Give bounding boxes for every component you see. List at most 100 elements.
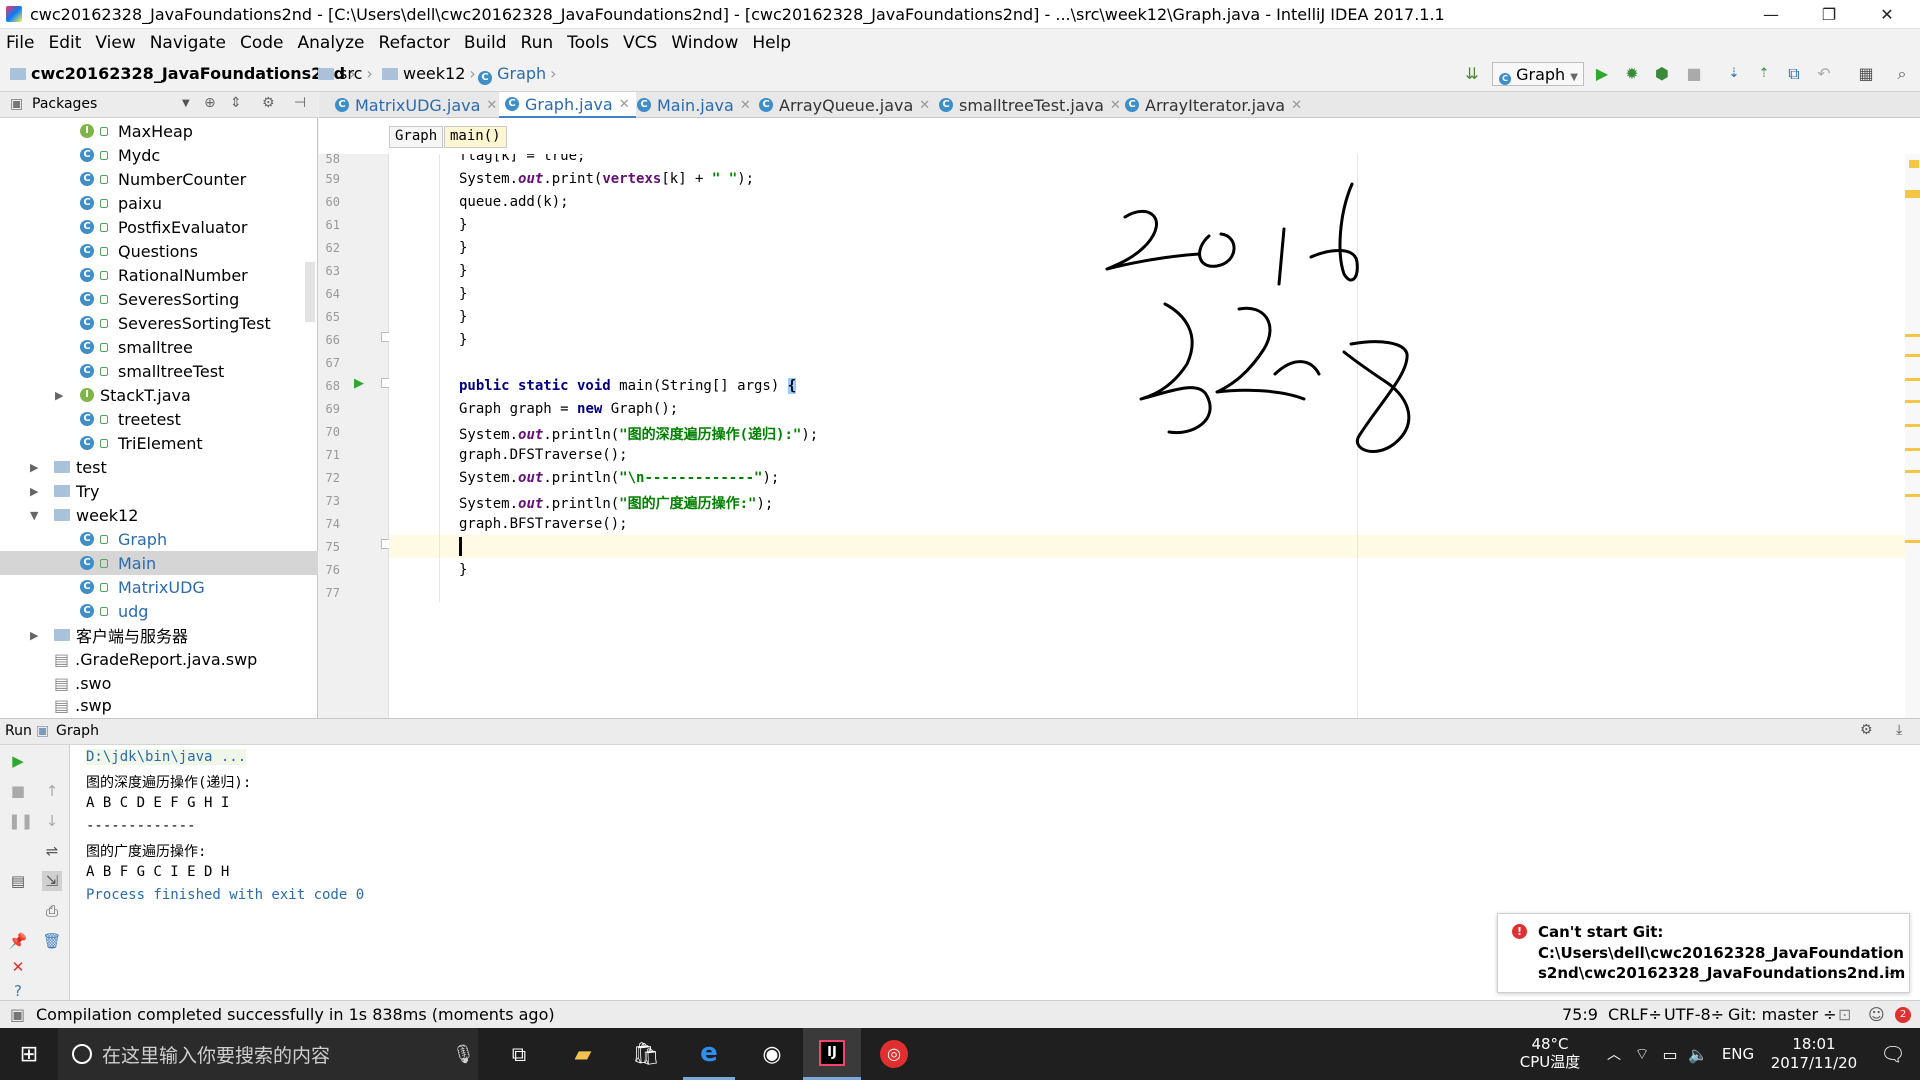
tree-item-maxheap[interactable]: I MaxHeap <box>80 119 193 143</box>
tree-item-smalltreetest[interactable]: CsmalltreeTest <box>80 359 224 383</box>
microphone-icon[interactable]: 🎙 <box>452 1044 475 1065</box>
tree-item-matrixudg[interactable]: C MatrixUDG <box>80 575 205 599</box>
tree-item-paixu[interactable]: Cpaixu <box>80 191 162 215</box>
warning-marker[interactable] <box>1905 448 1920 451</box>
restore-button[interactable]: ❐ <box>1800 0 1858 29</box>
help-icon[interactable]: ? <box>8 981 28 1001</box>
tree-item-stackt[interactable]: I StackT.java <box>80 383 191 407</box>
panel-view-select[interactable]: Packages <box>32 96 97 112</box>
scroll-up-icon[interactable]: ↑ <box>42 781 62 801</box>
vcs-commit-icon[interactable]: ⇡ <box>1754 64 1774 84</box>
stop-icon[interactable]: ■ <box>8 781 28 801</box>
search-box[interactable]: 在这里输入你要搜索的内容 🎙 <box>58 1028 478 1080</box>
trash-icon[interactable]: 🗑 <box>42 931 62 951</box>
error-stripe[interactable] <box>1905 154 1920 718</box>
close-tab-icon[interactable]: ✕ <box>619 97 630 112</box>
tree-item-treetest[interactable]: Ctreetest <box>80 407 181 431</box>
gear-icon[interactable]: ⚙ <box>262 95 275 111</box>
warning-marker[interactable] <box>1909 160 1919 168</box>
vcs-update-icon[interactable]: ⇣ <box>1724 64 1744 84</box>
close-tab-icon[interactable]: ✕ <box>1291 98 1302 113</box>
tab-smalltreetest[interactable]: CsmalltreeTest.java ✕ <box>933 92 1127 118</box>
menu-file[interactable]: File <box>6 33 34 53</box>
code-editor[interactable]: flag[k] = true; System.out.print(vertexs… <box>389 154 1905 718</box>
file-encoding[interactable]: UTF-8÷ <box>1664 1005 1724 1024</box>
run-icon[interactable]: ▶ <box>1592 64 1612 84</box>
clock[interactable]: 18:01 2017/11/20 <box>1764 1035 1864 1073</box>
tree-item-severessortingtest[interactable]: C SeveresSortingTest <box>80 311 271 335</box>
tree-item-smalltree[interactable]: Csmalltree <box>80 335 193 359</box>
chevron-down-icon[interactable]: ⌄ <box>1886 964 1898 980</box>
network-icon[interactable]: ⌔ <box>1628 1028 1656 1080</box>
close-icon[interactable]: ✕ <box>8 957 28 977</box>
scroll-down-icon[interactable]: ↓ <box>42 811 62 831</box>
nav-project[interactable]: cwc20162328_JavaFoundations2nd › <box>10 64 360 83</box>
tree-file-swo[interactable]: ▤ .swo <box>54 671 111 695</box>
warning-marker[interactable] <box>1905 400 1920 403</box>
warning-marker[interactable] <box>1905 334 1920 337</box>
nav-src[interactable]: src › <box>318 64 377 83</box>
nav-package[interactable]: week12 › <box>382 64 480 83</box>
rerun-icon[interactable]: ▶ <box>8 751 28 771</box>
tree-item-questions[interactable]: C Questions <box>80 239 198 263</box>
tab-matrixudg[interactable]: C MatrixUDG.java ✕ <box>329 92 503 118</box>
tab-arrayiterator[interactable]: C ArrayIterator.java ✕ <box>1119 92 1308 118</box>
tab-main[interactable]: C Main.java ✕ <box>631 92 757 118</box>
gear-icon[interactable]: ⚙ <box>1860 722 1873 738</box>
store-icon[interactable]: 🛍 <box>620 1028 672 1080</box>
tree-item-main[interactable]: C Main <box>80 551 156 575</box>
tree-item-numbercounter[interactable]: C NumberCounter <box>80 167 246 191</box>
menu-run[interactable]: Run <box>521 33 554 53</box>
tree-item-udg[interactable]: Cudg <box>80 599 148 623</box>
expand-arrow-icon[interactable]: ▶ <box>30 485 38 498</box>
collapse-all-icon[interactable]: ⇕ <box>230 95 242 111</box>
menu-view[interactable]: View <box>95 33 135 53</box>
file-explorer-icon[interactable]: ▰ <box>557 1028 609 1080</box>
collapse-arrow-icon[interactable]: ▼ <box>30 509 38 522</box>
soft-wrap-icon[interactable]: ⇌ <box>42 841 62 861</box>
vcs-history-icon[interactable]: ⧉ <box>1784 64 1804 84</box>
debug-icon[interactable]: ✹ <box>1622 64 1642 84</box>
menu-code[interactable]: Code <box>240 33 284 53</box>
netease-music-icon[interactable]: ◎ <box>868 1028 920 1080</box>
tree-file-swp[interactable]: ▤ .swp <box>54 693 112 717</box>
coverage-icon[interactable]: ⬢ <box>1652 64 1672 84</box>
close-tab-icon[interactable]: ✕ <box>486 98 497 113</box>
app-icon[interactable]: ◉ <box>746 1028 798 1080</box>
nav-class[interactable]: C Graph › <box>478 64 561 85</box>
warning-marker[interactable] <box>1905 494 1920 497</box>
cursor-position[interactable]: 75:9 <box>1562 1005 1598 1024</box>
tree-folder-try[interactable]: Try <box>54 479 99 503</box>
expand-arrow-icon[interactable]: ▶ <box>30 629 38 642</box>
expand-arrow-icon[interactable]: ▶ <box>30 461 38 474</box>
close-tab-icon[interactable]: ✕ <box>740 98 751 113</box>
menu-edit[interactable]: Edit <box>48 33 81 53</box>
layout-icon[interactable]: ▣ <box>10 1005 25 1024</box>
pause-icon[interactable]: ❚❚ <box>8 811 33 831</box>
warning-marker[interactable] <box>1905 470 1920 473</box>
restore-layout-icon[interactable]: ▤ <box>8 871 28 891</box>
close-button[interactable]: ✕ <box>1858 0 1916 29</box>
event-log-icon[interactable]: 2 <box>1895 1007 1911 1023</box>
run-tab-graph[interactable]: Graph <box>56 723 99 739</box>
tree-item-postfixevaluator[interactable]: C PostfixEvaluator <box>80 215 247 239</box>
inspector-icon[interactable]: ☺ <box>1868 1005 1885 1024</box>
tree-item-mydc[interactable]: C Mydc <box>80 143 160 167</box>
locate-icon[interactable]: ⊕ <box>204 95 216 111</box>
scroll-to-end-icon[interactable]: ⇲ <box>42 871 62 891</box>
menu-build[interactable]: Build <box>464 33 507 53</box>
warning-marker[interactable] <box>1905 354 1920 357</box>
menu-navigate[interactable]: Navigate <box>150 33 226 53</box>
hide-panel-icon[interactable]: ⤓ <box>1896 722 1902 738</box>
menu-vcs[interactable]: VCS <box>623 33 657 53</box>
menu-help[interactable]: Help <box>752 33 791 53</box>
breadcrumb-method[interactable]: main() <box>444 126 507 148</box>
lock-icon[interactable]: ⊡ <box>1838 1005 1851 1024</box>
tree-folder-client-server[interactable]: 客户端与服务器 <box>54 623 188 647</box>
git-branch[interactable]: Git: master ÷ <box>1728 1005 1837 1024</box>
menu-analyze[interactable]: Analyze <box>298 33 365 53</box>
print-icon[interactable]: ⎙ <box>42 901 62 921</box>
project-structure-icon[interactable]: ▦ <box>1856 64 1876 84</box>
breadcrumb-class[interactable]: Graph <box>389 126 444 148</box>
chevron-down-icon[interactable]: ▼ <box>182 98 190 109</box>
